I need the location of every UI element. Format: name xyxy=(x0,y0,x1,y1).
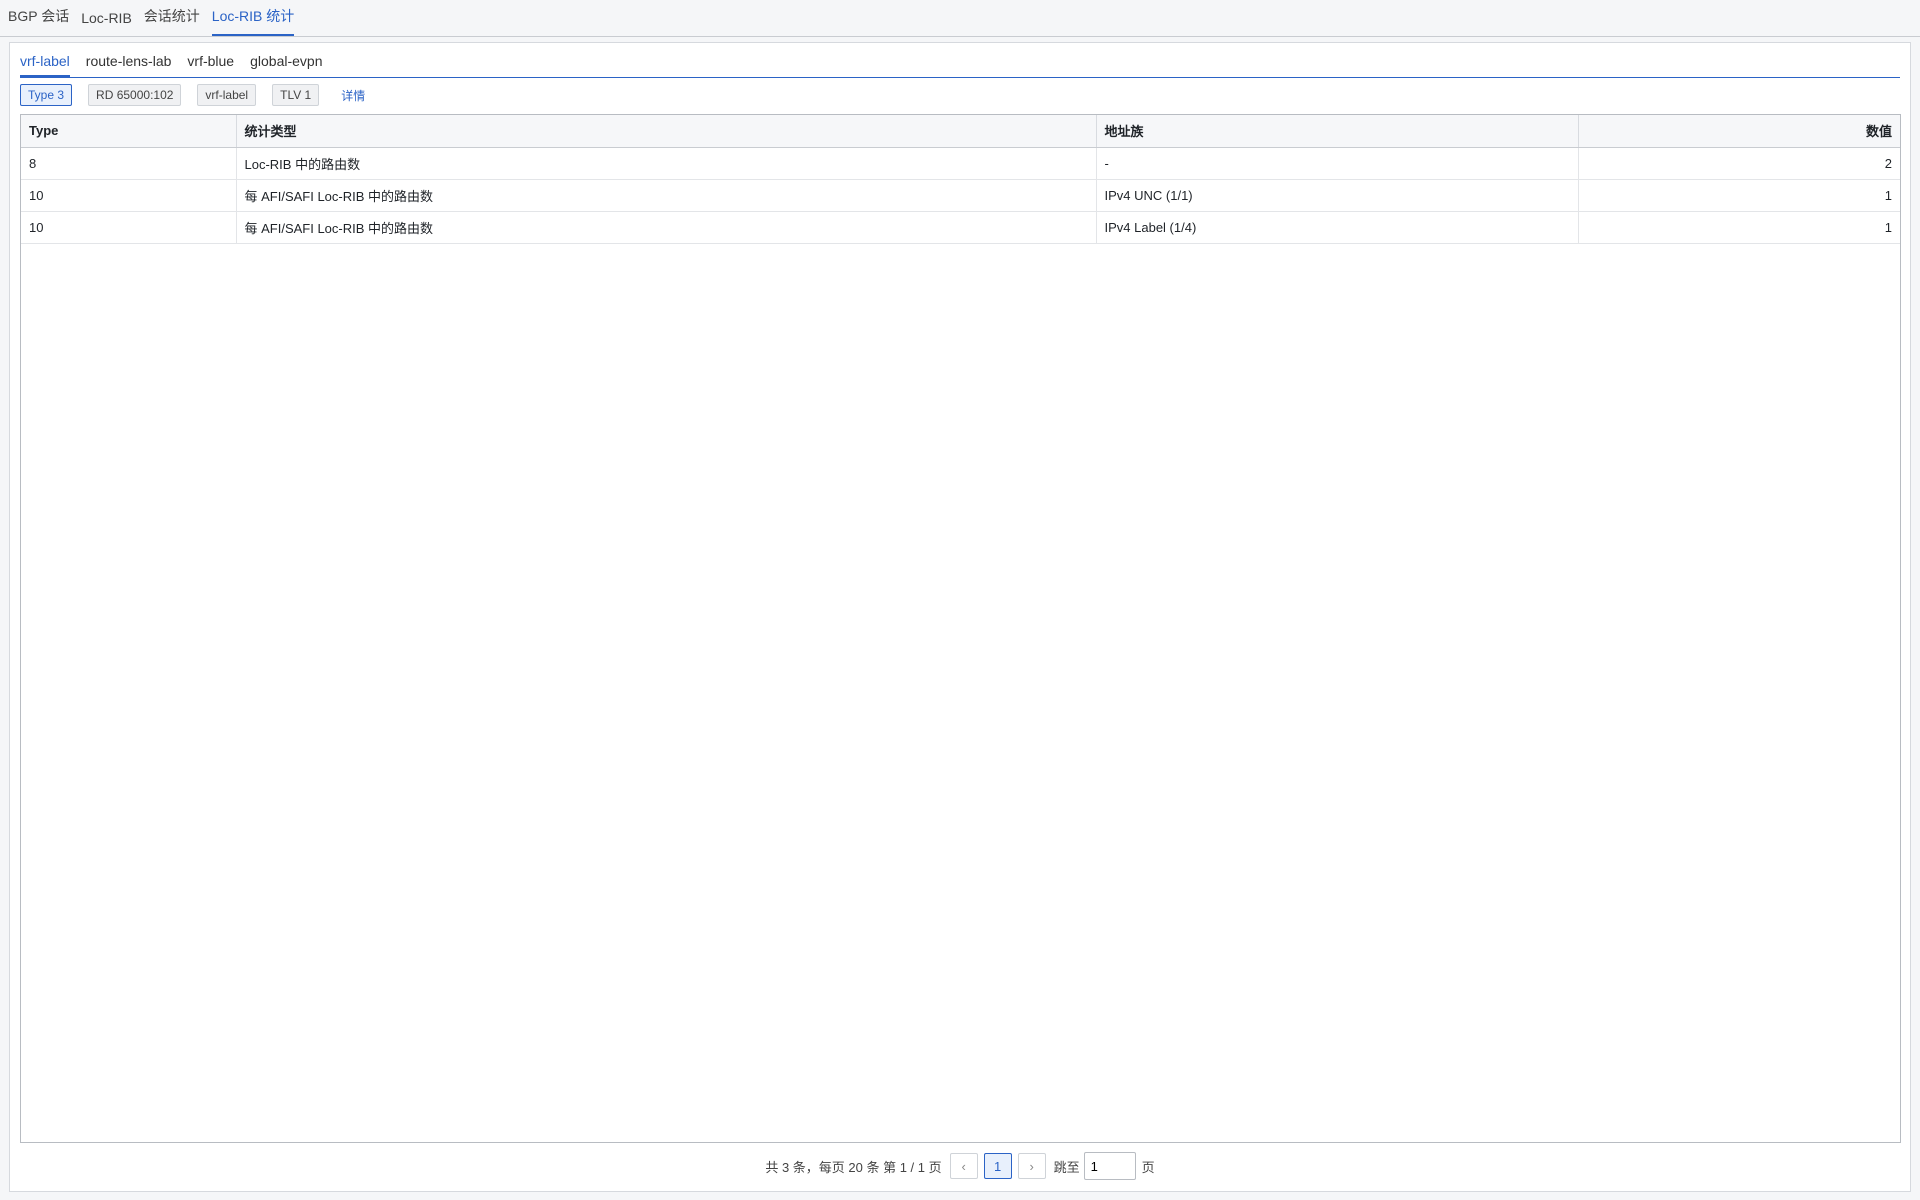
table-row: 10 每 AFI/SAFI Loc-RIB 中的路由数 IPv4 Label (… xyxy=(21,211,1900,244)
prev-page-button[interactable]: ‹ xyxy=(949,1153,978,1179)
peer-info-chips: Type 3 RD 65000:102 vrf-label TLV 1 详情 xyxy=(20,83,365,107)
jump-page-input[interactable] xyxy=(1083,1152,1136,1180)
tlv-chip: TLV 1 xyxy=(272,84,320,106)
column-header-value[interactable]: 数值 xyxy=(1578,115,1900,148)
table-header-row: Type 统计类型 地址族 数值 xyxy=(21,115,1900,148)
cell-type: 10 xyxy=(21,179,237,212)
cell-stat-type: 每 AFI/SAFI Loc-RIB 中的路由数 xyxy=(236,179,1097,212)
table-row: 8 Loc-RIB 中的路由数 - 2 xyxy=(21,147,1900,180)
cell-type: 10 xyxy=(21,211,237,244)
tab-loc-rib-stats[interactable]: Loc-RIB 统计 xyxy=(211,6,295,36)
tab-bgp-sessions[interactable]: BGP 会话 xyxy=(8,6,69,36)
stats-table-container: Type 统计类型 地址族 数值 8 Loc-RIB 中的路由数 - 2 10 … xyxy=(20,114,1901,1143)
tab-loc-rib[interactable]: Loc-RIB xyxy=(81,10,132,36)
stats-panel: vrf-label route-lens-lab vrf-blue global… xyxy=(9,42,1911,1192)
tab-vrf-label[interactable]: vrf-label xyxy=(20,53,70,77)
column-header-type[interactable]: Type xyxy=(21,115,237,148)
cell-value: 1 xyxy=(1578,211,1900,244)
details-link[interactable]: 详情 xyxy=(341,87,365,104)
stats-table: Type 统计类型 地址族 数值 8 Loc-RIB 中的路由数 - 2 10 … xyxy=(21,115,1900,244)
cell-value: 2 xyxy=(1578,147,1900,180)
vrf-chip: vrf-label xyxy=(197,84,257,106)
cell-type: 8 xyxy=(21,147,237,180)
tab-global-evpn[interactable]: global-evpn xyxy=(250,53,322,77)
vrf-tab-bar: vrf-label route-lens-lab vrf-blue global… xyxy=(20,43,1900,78)
tab-vrf-blue[interactable]: vrf-blue xyxy=(187,53,234,77)
type-chip: Type 3 xyxy=(20,84,73,106)
tab-route-lens-lab[interactable]: route-lens-lab xyxy=(86,53,172,77)
jump-label: 跳至 xyxy=(1053,1159,1080,1175)
cell-stat-type: Loc-RIB 中的路由数 xyxy=(236,147,1097,180)
tab-session-stats[interactable]: 会话统计 xyxy=(144,6,200,36)
cell-value: 1 xyxy=(1578,179,1900,212)
page-1-button[interactable]: 1 xyxy=(983,1153,1012,1179)
rd-chip: RD 65000:102 xyxy=(88,84,182,106)
pagination-info: 共 3 条，每页 20 条 第 1 / 1 页 xyxy=(765,1159,942,1175)
cell-address-family: IPv4 UNC (1/1) xyxy=(1096,179,1579,212)
cell-stat-type: 每 AFI/SAFI Loc-RIB 中的路由数 xyxy=(236,211,1097,244)
column-header-stat-type[interactable]: 统计类型 xyxy=(236,115,1097,148)
column-header-address-family[interactable]: 地址族 xyxy=(1096,115,1579,148)
cell-address-family: IPv4 Label (1/4) xyxy=(1096,211,1579,244)
next-page-button[interactable]: › xyxy=(1017,1153,1046,1179)
table-row: 10 每 AFI/SAFI Loc-RIB 中的路由数 IPv4 UNC (1/… xyxy=(21,179,1900,212)
cell-address-family: - xyxy=(1096,147,1579,180)
main-tab-bar: BGP 会话 Loc-RIB 会话统计 Loc-RIB 统计 xyxy=(0,0,1920,37)
page-suffix-label: 页 xyxy=(1141,1159,1155,1175)
pagination: 共 3 条，每页 20 条 第 1 / 1 页 ‹ 1 › 跳至 页 xyxy=(10,1151,1910,1181)
